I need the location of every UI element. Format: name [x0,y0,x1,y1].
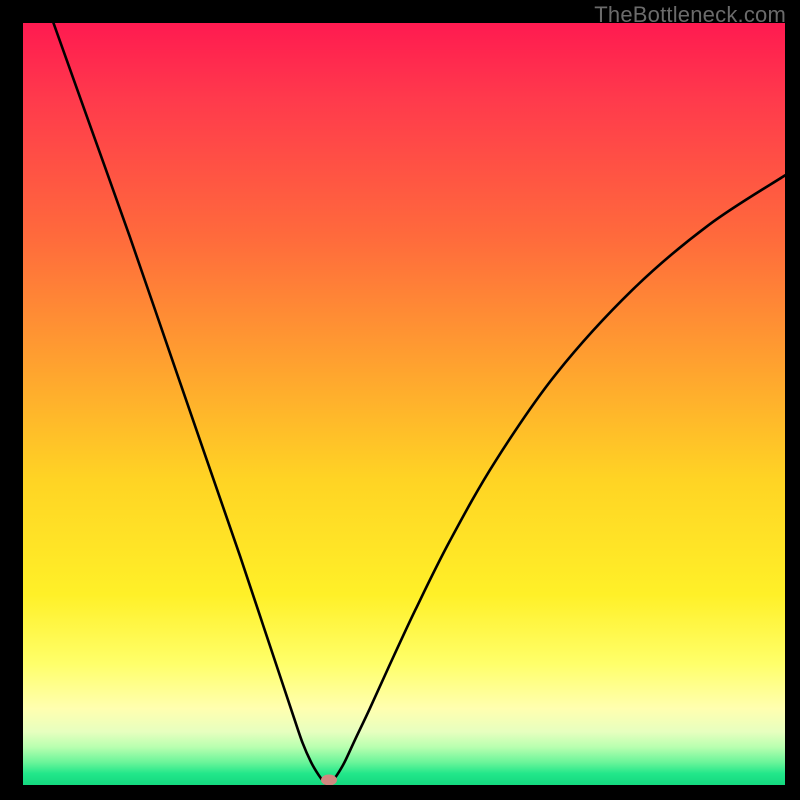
minimum-marker [321,775,337,785]
chart-frame: TheBottleneck.com [0,0,800,800]
plot-area [23,23,785,785]
bottleneck-curve [23,23,785,785]
